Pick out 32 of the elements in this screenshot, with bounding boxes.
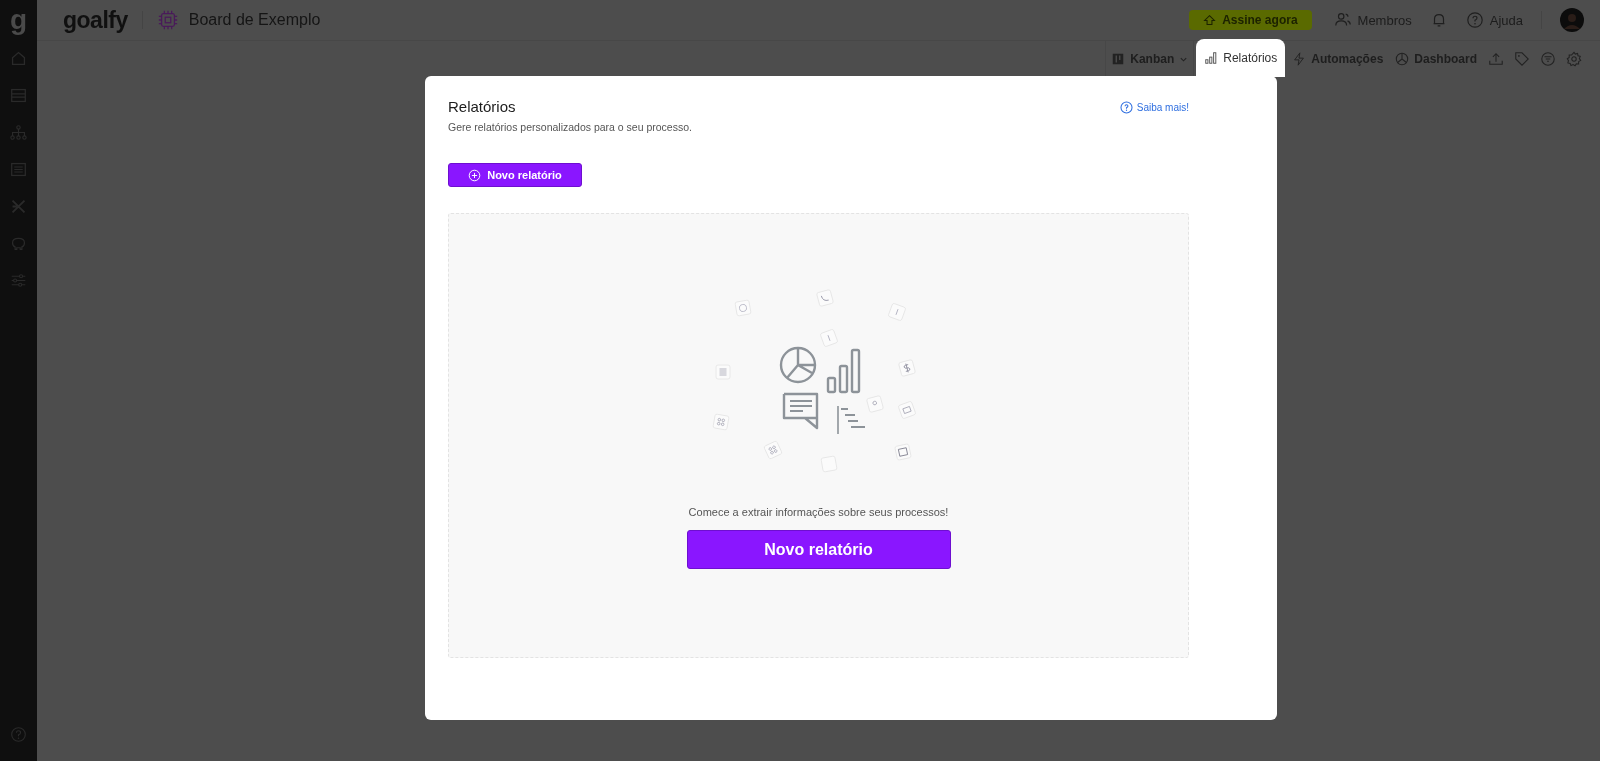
help-icon (1119, 101, 1133, 114)
avatar[interactable] (1560, 8, 1584, 32)
settings-icon[interactable] (1566, 51, 1582, 67)
lightning-icon (1292, 52, 1307, 66)
cross-icon[interactable] (10, 198, 27, 215)
help-link[interactable]: Saiba mais! (1119, 101, 1189, 114)
tag-icon[interactable] (1514, 51, 1530, 67)
dialog-subtitle: Gere relatórios personalizados para o seu processo. (448, 121, 692, 133)
new-report-button[interactable]: Novo relatório (448, 163, 582, 187)
bar-chart-icon (1204, 51, 1219, 65)
filter-icon[interactable] (1540, 51, 1556, 67)
pie-chart-icon (1395, 52, 1410, 66)
hierarchy-icon[interactable] (10, 124, 27, 141)
subscribe-button[interactable]: Assine agora (1189, 10, 1312, 30)
dialog-title: Relatórios (448, 98, 517, 115)
help-icon (1465, 11, 1484, 29)
upload-icon[interactable] (1488, 51, 1504, 67)
board-title: Board de Exemplo (188, 11, 321, 29)
new-report-button[interactable]: Novo relatório (686, 530, 951, 569)
chip-icon (156, 9, 179, 31)
arrow-up-icon (1203, 13, 1217, 27)
empty-state-message: Comece a extrair informações sobre seus processos! (688, 506, 949, 518)
brand-logo[interactable]: goalfy (63, 6, 128, 34)
list-icon[interactable] (10, 161, 27, 178)
home-icon[interactable] (10, 50, 27, 67)
kanban-icon (1111, 52, 1126, 66)
logo[interactable]: g (9, 6, 28, 34)
view-tab[interactable]: Relatórios (1196, 39, 1286, 77)
sliders-icon[interactable] (10, 272, 27, 289)
help-icon[interactable] (10, 726, 27, 743)
cards-icon[interactable] (10, 87, 27, 104)
plus-icon (468, 168, 482, 182)
